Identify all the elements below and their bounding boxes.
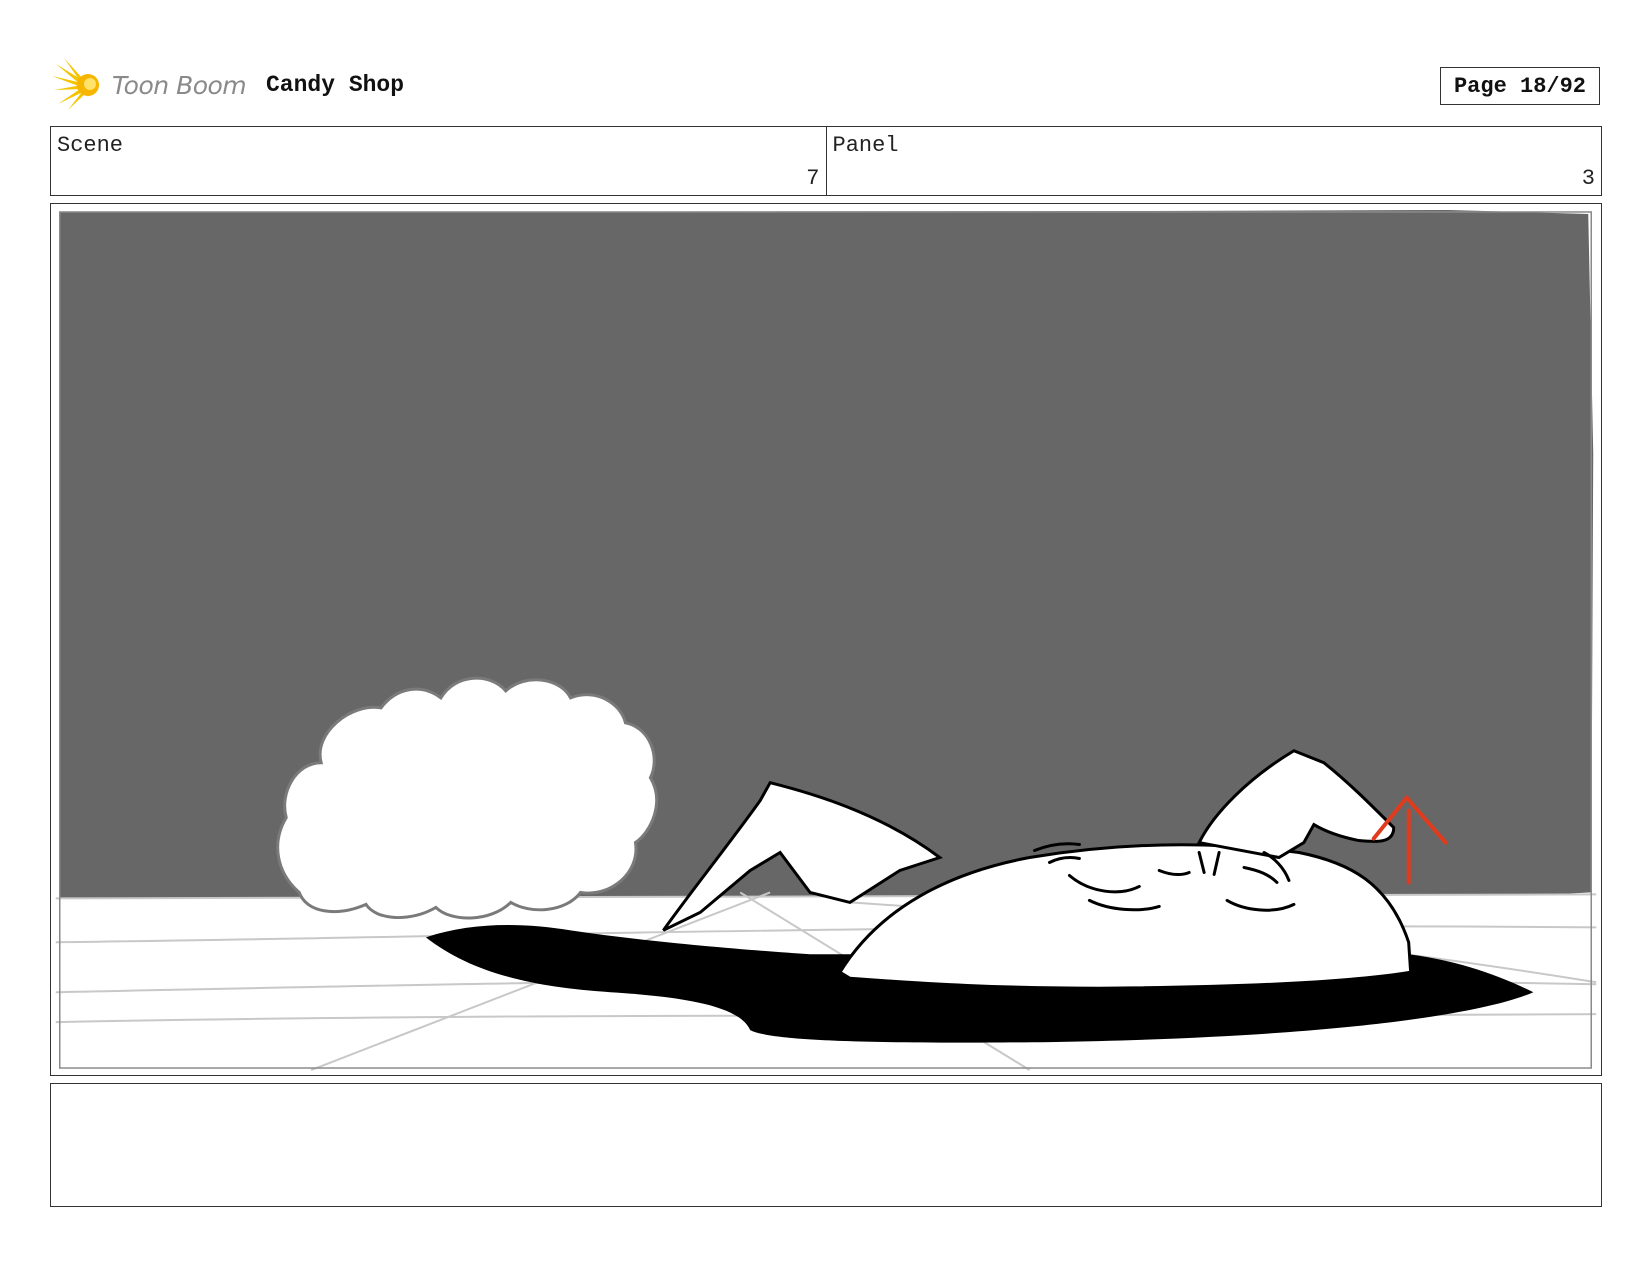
starburst-icon (52, 58, 99, 110)
scene-cell: Scene 7 (51, 127, 826, 195)
panel-label: Panel (832, 133, 899, 158)
panel-value: 3 (1581, 166, 1595, 191)
storyboard-panel (50, 203, 1602, 1076)
panel-drawing (55, 209, 1597, 1071)
scene-label: Scene (57, 133, 124, 158)
logo-text: Toon Boom (112, 70, 247, 100)
panel-cell: Panel 3 (825, 127, 1602, 195)
toon-boom-logo: Toon Boom (52, 58, 247, 112)
page-indicator: Page 18/92 (1440, 67, 1600, 105)
scene-value: 7 (806, 166, 820, 191)
page-label: Page 18/92 (1453, 73, 1587, 99)
panel-notes (50, 1083, 1602, 1207)
project-title: Candy Shop (266, 72, 405, 98)
scene-panel-info: Scene 7 Panel 3 (50, 126, 1602, 196)
